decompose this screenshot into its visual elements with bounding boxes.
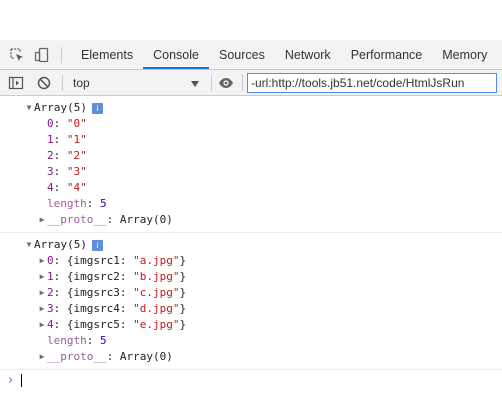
blank-page-area	[0, 0, 502, 40]
entry-key: 4	[47, 181, 54, 194]
console-prompt[interactable]: ›	[0, 370, 502, 390]
context-selector[interactable]: top	[69, 73, 203, 93]
tab-console[interactable]: Console	[143, 40, 209, 69]
object-value: "d.jpg"	[133, 302, 180, 315]
console-filter-input[interactable]: -url:http://tools.jb51.net/code/HtmlJsRu…	[247, 72, 497, 93]
object-value: "b.jpg"	[133, 270, 180, 283]
entry-value: "3"	[66, 165, 87, 178]
array-header[interactable]: ▼ Array(5) i	[0, 100, 502, 116]
collapsed-triangle-icon[interactable]: ▶	[37, 212, 47, 228]
entry-value: "1"	[66, 133, 87, 146]
array-length: length: 5	[47, 197, 107, 210]
collapsed-triangle-icon[interactable]: ▶	[37, 301, 47, 317]
array-length: length: 5	[47, 334, 107, 347]
array-entry: 3: "3"	[47, 165, 87, 178]
object-prop: imgsrc2	[73, 270, 120, 283]
proto-entry[interactable]: ▶ __proto__: Array(0)	[0, 349, 502, 365]
object-prop: imgsrc5	[73, 318, 120, 331]
entry-value: "0"	[66, 117, 87, 130]
collapsed-triangle-icon[interactable]: ▶	[37, 349, 47, 365]
context-label: top	[73, 75, 90, 90]
tab-network[interactable]: Network	[275, 40, 341, 69]
entry-value: "4"	[66, 181, 87, 194]
entry-value: "2"	[66, 149, 87, 162]
proto-key: __proto__	[47, 350, 107, 363]
proto-value: : Array(0)	[106, 213, 173, 226]
object-value: "c.jpg"	[133, 286, 180, 299]
device-toolbar-icon[interactable]	[34, 47, 50, 63]
object-entry[interactable]: ▶ 3: {imgsrc4: "d.jpg"}	[0, 301, 502, 317]
console-output: ▼ Array(5) i 0: "0" 1: "1" 2: "2" 3: "3" 4…	[0, 96, 502, 414]
object-prop: imgsrc3	[73, 286, 120, 299]
collapsed-triangle-icon[interactable]: ▶	[37, 285, 47, 301]
collapsed-triangle-icon[interactable]: ▶	[37, 317, 47, 333]
array-summary: Array(5)	[34, 101, 87, 114]
entry-key: 4	[47, 318, 54, 331]
tab-sources[interactable]: Sources	[209, 40, 275, 69]
collapsed-triangle-icon[interactable]: ▶	[37, 253, 47, 269]
toolbar-divider	[61, 46, 62, 63]
toolbar-divider	[62, 74, 63, 91]
collapsed-triangle-icon[interactable]: ▶	[37, 269, 47, 285]
entry-key: 3	[47, 165, 54, 178]
toolbar-divider	[211, 74, 212, 91]
object-prop: imgsrc1	[73, 254, 120, 267]
array-entry: 4: "4"	[47, 181, 87, 194]
object-entry[interactable]: ▶ 4: {imgsrc5: "e.jpg"}	[0, 317, 502, 333]
text-caret	[21, 373, 23, 387]
info-icon[interactable]: i	[91, 102, 103, 114]
array-header[interactable]: ▼ Array(5) i	[0, 237, 502, 253]
array-summary: Array(5)	[34, 238, 87, 251]
object-entry[interactable]: ▶ 0: {imgsrc1: "a.jpg"}	[0, 253, 502, 269]
object-entry[interactable]: ▶ 1: {imgsrc2: "b.jpg"}	[0, 269, 502, 285]
proto-entry[interactable]: ▶ __proto__: Array(0)	[0, 212, 502, 228]
dropdown-arrow-icon	[191, 76, 199, 90]
prompt-chevron-icon: ›	[8, 372, 14, 388]
length-key: length	[47, 334, 87, 347]
entry-key: 2	[47, 149, 54, 162]
live-expression-icon[interactable]	[218, 75, 234, 91]
tab-performance[interactable]: Performance	[341, 40, 433, 69]
object-prop: imgsrc4	[73, 302, 120, 315]
object-entry[interactable]: ▶ 2: {imgsrc3: "c.jpg"}	[0, 285, 502, 301]
clear-console-icon[interactable]	[36, 75, 52, 91]
info-icon[interactable]: i	[91, 239, 103, 251]
devtools-tabbar: Elements Console Sources Network Perform…	[0, 40, 502, 70]
array-entry: 0: "0"	[47, 117, 87, 130]
console-message: ▼ Array(5) i ▶ 0: {imgsrc1: "a.jpg"} ▶ 1: {i…	[0, 233, 502, 370]
proto-value: : Array(0)	[106, 350, 173, 363]
array-entry: 2: "2"	[47, 149, 87, 162]
console-toolbar: top -url:http://tools.jb51.net/code/Html…	[0, 70, 502, 96]
tab-elements[interactable]: Elements	[71, 40, 143, 69]
console-message: ▼ Array(5) i 0: "0" 1: "1" 2: "2" 3: "3" 4…	[0, 96, 502, 233]
proto-key: __proto__	[47, 213, 107, 226]
object-value: "e.jpg"	[133, 318, 180, 331]
object-value: "a.jpg"	[133, 254, 180, 267]
entry-key: 2	[47, 286, 54, 299]
entry-key: 0	[47, 117, 54, 130]
entry-key: 1	[47, 270, 54, 283]
length-key: length	[47, 197, 87, 210]
entry-key: 3	[47, 302, 54, 315]
length-value: 5	[100, 334, 107, 347]
entry-key: 1	[47, 133, 54, 146]
array-entry: 1: "1"	[47, 133, 87, 146]
console-sidebar-icon[interactable]	[8, 75, 24, 91]
entry-key: 0	[47, 254, 54, 267]
tab-memory[interactable]: Memory	[432, 40, 497, 69]
toolbar-divider	[242, 74, 243, 91]
expanded-triangle-icon[interactable]: ▼	[24, 237, 34, 253]
length-value: 5	[100, 197, 107, 210]
expanded-triangle-icon[interactable]: ▼	[24, 100, 34, 116]
inspect-element-icon[interactable]	[9, 47, 25, 63]
